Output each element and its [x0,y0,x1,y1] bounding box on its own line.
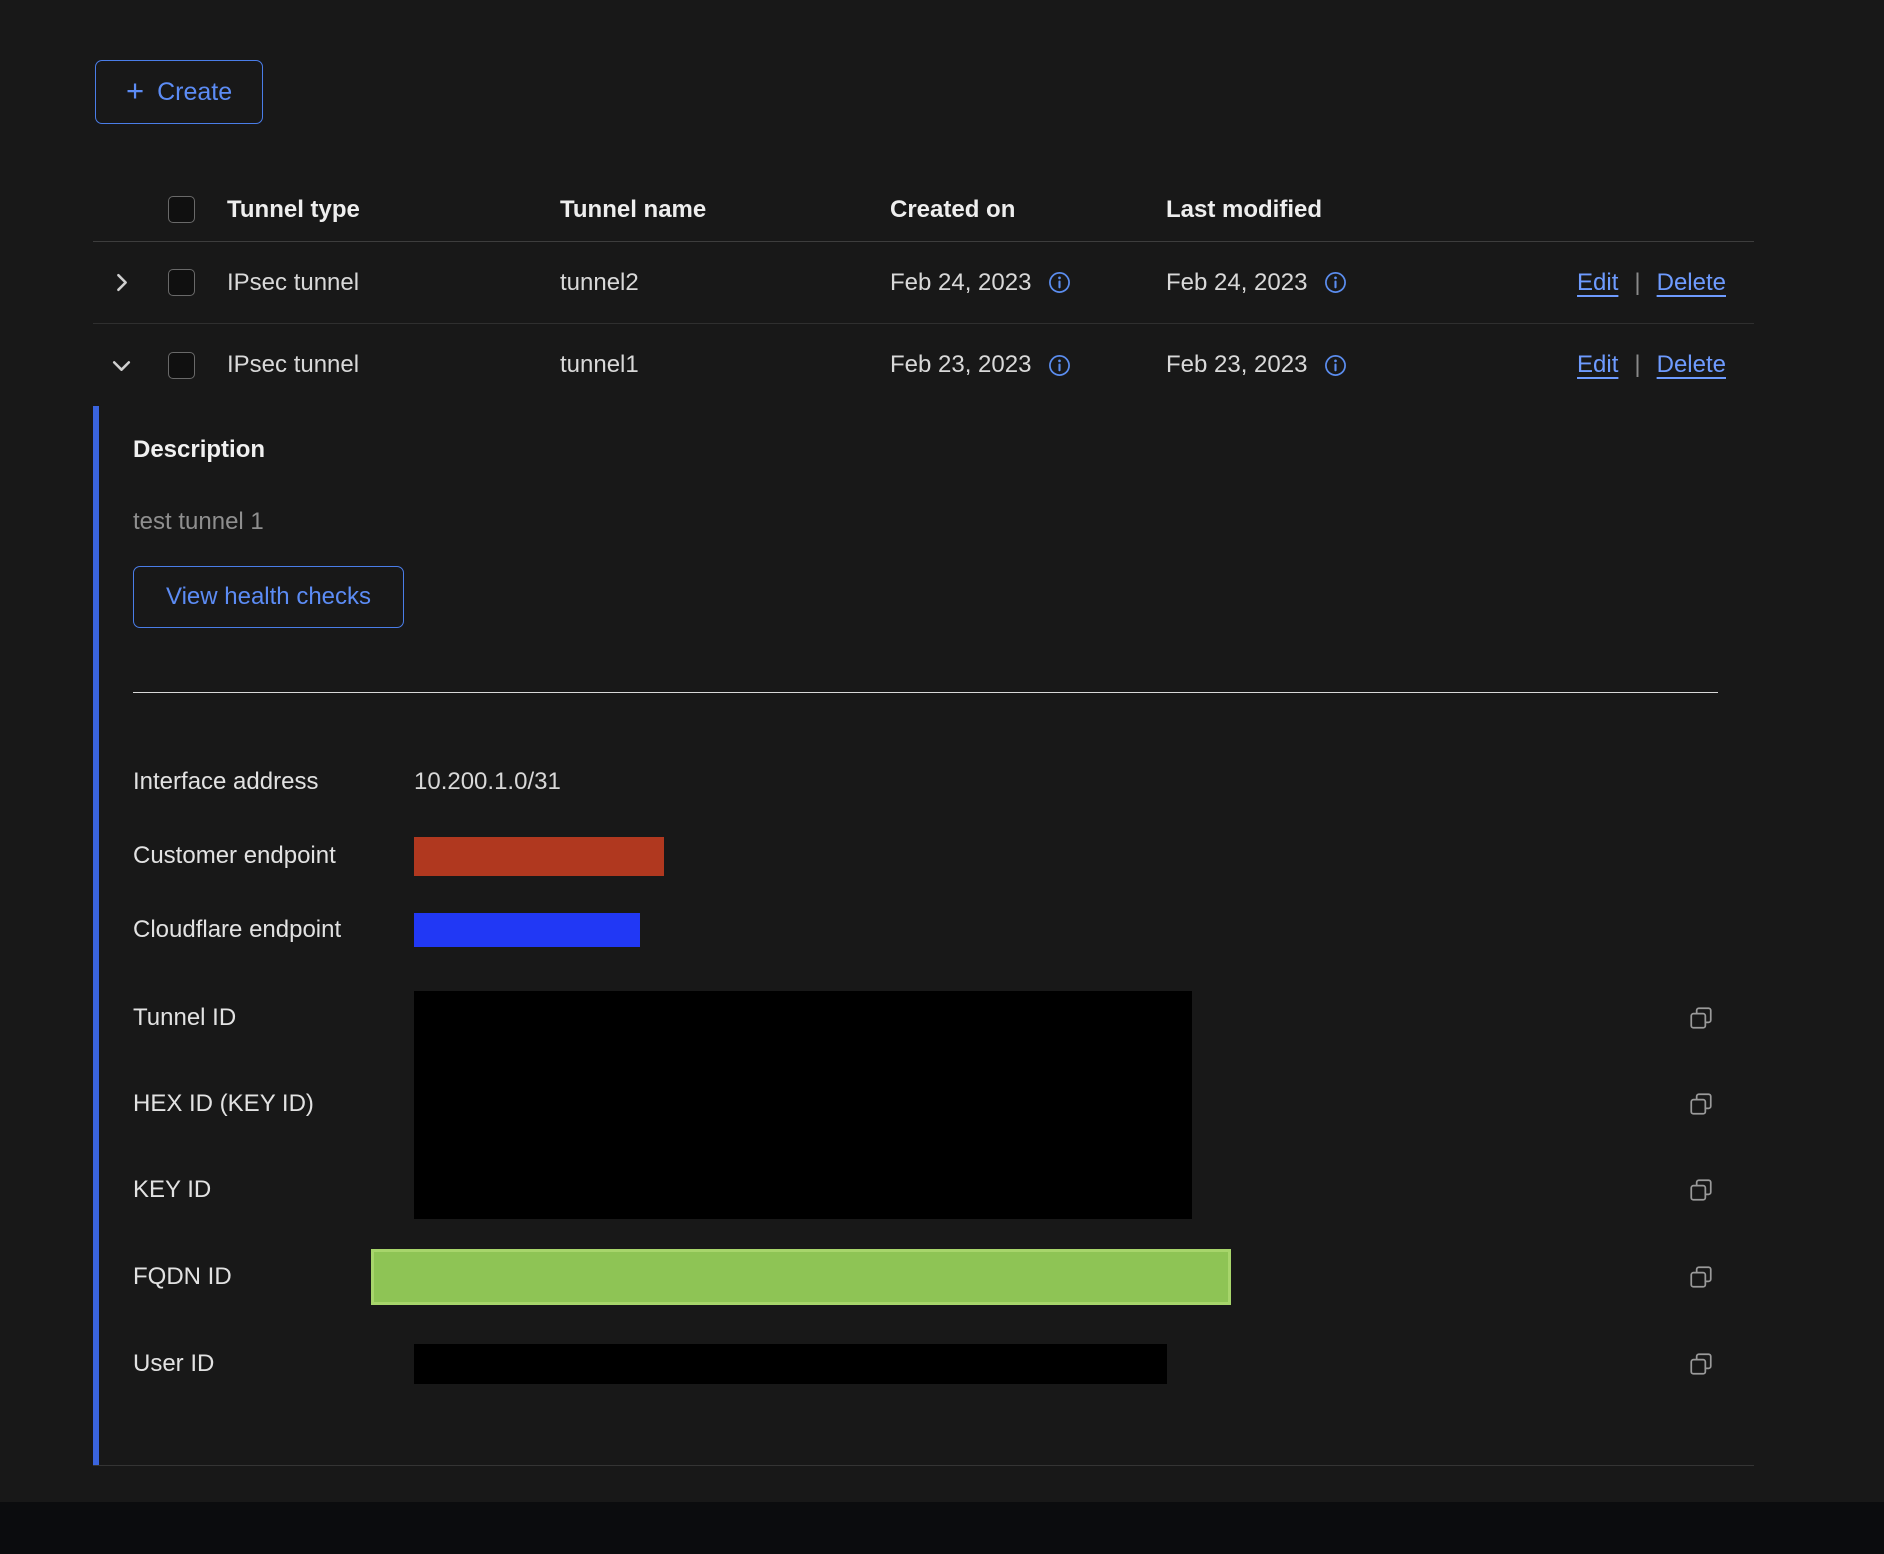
copy-icon[interactable] [1684,1173,1718,1207]
footer-strip [0,1502,1884,1554]
action-separator: | [1634,351,1640,379]
fqdn-id-redacted-value [371,1249,1231,1305]
key-id-label: KEY ID [133,1176,414,1204]
tunnel-detail-panel: Description test tunnel 1 View health ch… [93,406,1754,1465]
cloudflare-endpoint-row: Cloudflare endpoint [133,893,1718,967]
copy-icon[interactable] [1684,1260,1718,1294]
select-all-checkbox[interactable] [168,196,195,223]
cloudflare-endpoint-redacted-value [414,913,640,947]
interface-address-value: 10.200.1.0/31 [414,768,561,796]
last-modified-cell: Feb 23, 2023 [1166,351,1307,379]
user-id-label: User ID [133,1350,414,1378]
expand-row-button[interactable] [104,265,139,300]
plus-icon: + [126,75,144,106]
edit-link[interactable]: Edit [1577,269,1618,297]
row-checkbox[interactable] [168,352,195,379]
created-on-cell: Feb 24, 2023 [890,269,1031,297]
column-header-last-modified: Last modified [1152,196,1537,224]
table-row: IPsec tunnel tunnel1 Feb 23, 2023 Feb 23… [93,324,1754,406]
column-header-created-on: Created on [876,196,1152,224]
info-icon[interactable] [1048,271,1071,294]
column-header-tunnel-name: Tunnel name [546,196,876,224]
action-separator: | [1634,269,1640,297]
create-button-label: Create [157,78,232,107]
fqdn-id-row: FQDN ID [133,1233,1718,1321]
interface-address-label: Interface address [133,768,414,796]
table-header-row: Tunnel type Tunnel name Created on Last … [93,178,1754,242]
info-icon[interactable] [1048,354,1071,377]
customer-endpoint-redacted-value [414,837,664,876]
interface-address-row: Interface address 10.200.1.0/31 [133,745,1718,819]
copy-icon[interactable] [1684,1347,1718,1381]
tunnels-table: Tunnel type Tunnel name Created on Last … [93,178,1754,1466]
description-value: test tunnel 1 [133,508,1718,536]
edit-link[interactable]: Edit [1577,351,1618,379]
copy-icon[interactable] [1684,1087,1718,1121]
tunnel-name-cell: tunnel2 [546,269,876,297]
info-icon[interactable] [1324,271,1347,294]
delete-link[interactable]: Delete [1657,269,1726,297]
info-icon[interactable] [1324,354,1347,377]
hex-id-label: HEX ID (KEY ID) [133,1090,414,1118]
customer-endpoint-row: Customer endpoint [133,819,1718,893]
last-modified-cell: Feb 24, 2023 [1166,269,1307,297]
chevron-down-icon [110,354,133,377]
column-header-tunnel-type: Tunnel type [213,196,546,224]
tunnels-page: + Create Tunnel type Tunnel name Created… [0,0,1884,1554]
divider [133,692,1718,693]
delete-link[interactable]: Delete [1657,351,1726,379]
tunnel-type-cell: IPsec tunnel [213,351,546,379]
table-row: IPsec tunnel tunnel2 Feb 24, 2023 Feb 24… [93,242,1754,324]
tunnel-id-label: Tunnel ID [133,1004,414,1032]
copy-icon[interactable] [1684,1001,1718,1035]
tunnel-type-cell: IPsec tunnel [213,269,546,297]
create-button[interactable]: + Create [95,60,263,124]
tunnel-fields: Interface address 10.200.1.0/31 Customer… [133,745,1718,1407]
view-health-checks-button[interactable]: View health checks [133,566,404,628]
description-label: Description [133,436,1718,464]
cloudflare-endpoint-label: Cloudflare endpoint [133,916,414,944]
row-checkbox[interactable] [168,269,195,296]
customer-endpoint-label: Customer endpoint [133,842,414,870]
collapse-row-button[interactable] [104,348,139,383]
ids-redacted-value [414,991,1192,1219]
tunnel-ids-block: Tunnel ID HEX ID (KEY ID) KEY ID [133,975,1718,1233]
user-id-redacted-value [414,1344,1167,1384]
created-on-cell: Feb 23, 2023 [890,351,1031,379]
user-id-row: User ID [133,1321,1718,1407]
chevron-right-icon [110,271,133,294]
tunnel-name-cell: tunnel1 [546,351,876,379]
